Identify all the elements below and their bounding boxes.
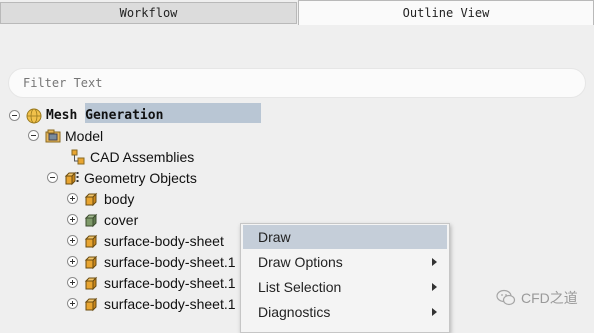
wechat-icon: [496, 289, 516, 306]
filter-text-input[interactable]: [8, 68, 586, 98]
tree-item-surface-body-sheet-3[interactable]: surface-body-sheet.1: [67, 293, 236, 314]
tab-workflow[interactable]: Workflow: [0, 2, 297, 24]
cad-assemblies-icon: [71, 149, 85, 164]
tree-item-label: surface-body-sheet.1: [104, 295, 236, 312]
expand-toggle[interactable]: [67, 214, 78, 225]
menu-item-label: Draw: [258, 229, 291, 245]
tree-item-label: body: [104, 190, 135, 207]
tree-item-label: cover: [104, 211, 139, 228]
watermark-label: CFD之道: [521, 290, 578, 306]
tree-node-label: Mesh Generation: [46, 108, 164, 123]
cube-icon-green: [84, 213, 98, 227]
tree-node-cad-assemblies[interactable]: CAD Assemblies: [64, 146, 194, 167]
cube-icon: [84, 297, 98, 311]
submenu-arrow-icon: [432, 308, 437, 316]
collapse-toggle[interactable]: [47, 172, 58, 183]
tree-item-label: surface-body-sheet.1: [104, 274, 236, 291]
tree-node-model[interactable]: Model: [28, 125, 103, 146]
menu-item-label: List Selection: [258, 279, 342, 295]
menu-item-draw-options[interactable]: Draw Options: [243, 250, 447, 274]
expand-toggle[interactable]: [67, 298, 78, 309]
tree-node-geometry-objects[interactable]: Geometry Objects: [47, 167, 197, 188]
tree-node-mesh-generation[interactable]: Mesh Generation: [9, 105, 163, 126]
globe-icon: [26, 108, 42, 123]
menu-item-list-selection[interactable]: List Selection: [243, 275, 447, 299]
expand-toggle[interactable]: [67, 193, 78, 204]
geometry-objects-icon: [64, 171, 79, 185]
menu-item-diagnostics[interactable]: Diagnostics: [243, 300, 447, 324]
expand-toggle[interactable]: [67, 235, 78, 246]
tab-outline-view[interactable]: Outline View: [298, 0, 594, 25]
tree-node-label: CAD Assemblies: [90, 148, 195, 165]
collapse-toggle[interactable]: [9, 110, 20, 121]
cube-icon: [84, 255, 98, 269]
tab-bar: Workflow Outline View: [0, 0, 594, 25]
cube-icon: [84, 192, 98, 206]
menu-item-label: Diagnostics: [258, 304, 331, 320]
collapse-toggle[interactable]: [28, 130, 39, 141]
tree-item-surface-body-sheet-2[interactable]: surface-body-sheet.1: [67, 272, 236, 293]
expand-toggle[interactable]: [67, 277, 78, 288]
expand-toggle[interactable]: [67, 256, 78, 267]
tree-node-label: Model: [65, 127, 104, 144]
submenu-arrow-icon: [432, 258, 437, 266]
menu-item-draw[interactable]: Draw: [243, 225, 447, 249]
tree-item-label: surface-body-sheet.1: [104, 253, 236, 270]
tree-item-surface-body-sheet[interactable]: surface-body-sheet: [67, 230, 224, 251]
context-menu: Draw Draw Options List Selection Diagnos…: [240, 223, 450, 333]
tree-item-cover[interactable]: cover: [67, 209, 138, 230]
cube-icon: [84, 234, 98, 248]
watermark: CFD之道: [496, 288, 578, 308]
submenu-arrow-icon: [432, 283, 437, 291]
tree-item-label: surface-body-sheet: [104, 232, 224, 249]
tree-item-body[interactable]: body: [67, 188, 134, 209]
model-icon: [45, 129, 61, 142]
cube-icon: [84, 276, 98, 290]
tree-item-surface-body-sheet-1[interactable]: surface-body-sheet.1: [67, 251, 236, 272]
menu-item-label: Draw Options: [258, 254, 343, 270]
tree-node-label: Geometry Objects: [84, 169, 197, 186]
